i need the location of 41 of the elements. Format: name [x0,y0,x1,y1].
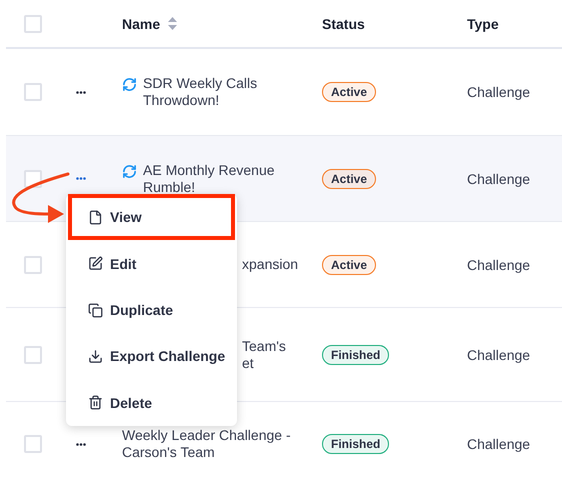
file-icon [88,210,103,225]
sync-icon [122,77,137,92]
column-header: Status [321,16,365,32]
menu-item[interactable]: Delete [68,380,235,426]
copy-icon [88,302,103,318]
status-badge: Active [322,168,376,188]
row-checkbox[interactable] [24,435,42,453]
row-checkbox[interactable] [24,346,42,364]
challenge-name: xpansion [242,256,298,273]
menu-item[interactable]: Edit [68,240,235,287]
ellipsis-icon [76,90,86,94]
row-checkbox[interactable] [24,83,42,101]
trash-icon [88,395,103,410]
type-text: Challenge [466,346,532,362]
more-button[interactable] [76,90,86,94]
type-text: Challenge [466,256,532,272]
sort-icon[interactable] [168,17,178,30]
type-text: Challenge [466,436,532,452]
challenge-name: Team's et [242,338,286,372]
select-all-checkbox[interactable] [24,14,42,32]
menu-item[interactable]: Export Challenge [68,333,235,380]
ellipsis-icon [76,177,86,180]
menu-item[interactable]: View [68,194,235,240]
type-text: Challenge [466,170,532,186]
status-badge: Active [322,82,376,102]
status-badge: Finished [322,344,390,364]
column-header: Type [466,16,499,32]
type-text: Challenge [466,84,532,100]
download-icon [88,348,103,364]
challenge-name: SDR Weekly Calls Throwdown! [143,75,258,109]
challenge-name: AE Monthly Revenue Rumble! [143,162,275,196]
more-button[interactable] [76,442,86,446]
status-badge: Active [322,254,376,274]
status-badge: Finished [322,434,390,454]
row-checkbox[interactable] [24,256,42,274]
sync-icon [122,164,137,178]
menu-item[interactable]: Duplicate [68,286,235,334]
pencil-icon [88,256,103,272]
column-header[interactable]: Name [116,16,178,32]
ellipsis-icon [76,442,86,446]
challenge-name: Weekly Leader Challenge - Carson's Team [122,427,291,461]
